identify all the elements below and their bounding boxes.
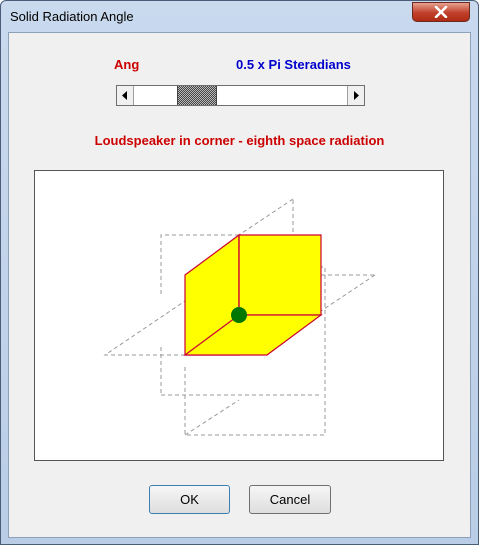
scroll-right-button[interactable] [347,86,364,105]
slider-thumb[interactable] [177,86,218,105]
arrow-right-icon [354,91,359,100]
depth-axis [184,399,240,436]
cube-face-top [238,234,322,316]
window-title: Solid Radiation Angle [10,9,134,24]
angle-label: Ang [114,57,140,72]
close-icon [434,6,448,18]
radiation-cube [183,233,323,356]
horizontal-plane-outline [103,300,186,356]
radiation-description: Loudspeaker in corner - eighth space rad… [94,133,385,148]
ok-button[interactable]: OK [149,485,230,514]
horizontal-plane-edge [320,274,376,312]
vertical-plane-edge [238,198,294,236]
angle-slider[interactable] [116,85,365,106]
cancel-button[interactable]: Cancel [249,485,331,514]
angle-value-text: 0.5 x Pi Steradians [236,57,351,72]
title-bar[interactable]: Solid Radiation Angle [1,1,478,32]
close-button[interactable] [412,2,470,22]
radiation-diagram-panel [34,170,444,461]
radiation-diagram [103,198,376,436]
scroll-left-button[interactable] [117,86,134,105]
arrow-left-icon [122,91,127,100]
sound-source-point [231,307,247,323]
